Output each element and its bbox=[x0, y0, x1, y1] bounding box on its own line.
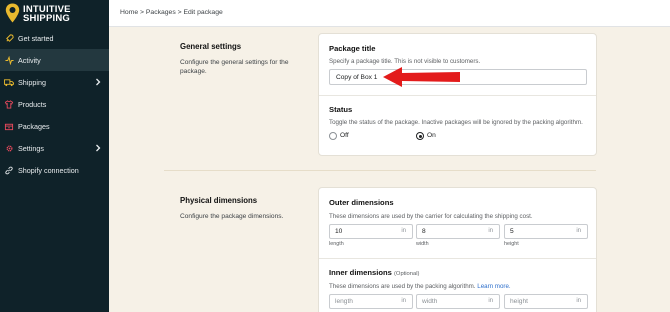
location-pin-icon bbox=[5, 3, 20, 23]
sidebar-item-label: Shopify connection bbox=[18, 165, 79, 175]
sidebar-item-label: Packages bbox=[18, 121, 50, 131]
inner-height-input[interactable]: height in bbox=[504, 294, 588, 309]
sidebar: INTUITIVE SHIPPING Get started Activity … bbox=[0, 0, 109, 312]
sidebar-item-products[interactable]: Products bbox=[0, 93, 109, 115]
card-divider bbox=[319, 258, 596, 259]
general-settings-card: Package title Specify a package title. T… bbox=[318, 33, 597, 156]
top-bar: Home > Packages > Edit package bbox=[109, 0, 670, 27]
truck-icon bbox=[4, 77, 14, 87]
status-on-label[interactable]: On bbox=[427, 132, 436, 139]
status-on-radio[interactable] bbox=[416, 132, 424, 140]
brand-name: INTUITIVE SHIPPING bbox=[23, 4, 71, 24]
box-icon bbox=[4, 121, 14, 131]
sidebar-item-label: Settings bbox=[18, 143, 44, 153]
learn-more-link[interactable]: Learn more. bbox=[477, 283, 510, 290]
sidebar-item-activity[interactable]: Activity bbox=[0, 49, 109, 71]
link-icon bbox=[4, 165, 14, 175]
sidebar-item-label: Products bbox=[18, 99, 47, 109]
rocket-icon bbox=[4, 33, 14, 43]
outer-dimensions-label: Outer dimensions bbox=[329, 198, 394, 207]
outer-height-sublabel: height bbox=[504, 241, 519, 247]
outer-length-sublabel: length bbox=[329, 241, 344, 247]
status-label: Status bbox=[329, 105, 353, 114]
inner-dimensions-label: Inner dimensions (Optional) bbox=[329, 268, 420, 277]
outer-width-input[interactable]: 8 in bbox=[416, 224, 500, 239]
card-divider bbox=[319, 95, 596, 96]
sidebar-item-label: Shipping bbox=[18, 77, 46, 87]
physical-dimensions-card: Outer dimensions These dimensions are us… bbox=[318, 187, 597, 312]
section-divider bbox=[164, 170, 596, 171]
chevron-right-icon bbox=[96, 78, 101, 86]
sidebar-item-settings[interactable]: Settings bbox=[0, 137, 109, 159]
breadcrumb: Home > Packages > Edit package bbox=[120, 9, 223, 16]
optional-tag: (Optional) bbox=[394, 271, 420, 277]
brand-logo[interactable]: INTUITIVE SHIPPING bbox=[5, 3, 109, 25]
general-settings-title: General settings bbox=[180, 42, 242, 51]
chevron-right-icon bbox=[96, 144, 101, 152]
inner-width-input[interactable]: width in bbox=[416, 294, 500, 309]
outer-length-input[interactable]: 10 in bbox=[329, 224, 413, 239]
gear-icon bbox=[4, 143, 14, 153]
status-help: Toggle the status of the package. Inacti… bbox=[329, 119, 583, 126]
status-off-label[interactable]: Off bbox=[340, 132, 349, 139]
outer-dimensions-help: These dimensions are used by the carrier… bbox=[329, 213, 533, 220]
sidebar-item-label: Activity bbox=[18, 55, 41, 65]
sidebar-nav: Get started Activity Shipping Products P… bbox=[0, 27, 109, 181]
outer-height-input[interactable]: 5 in bbox=[504, 224, 588, 239]
physical-dimensions-description: Configure the package dimensions. bbox=[180, 213, 284, 220]
sidebar-item-packages[interactable]: Packages bbox=[0, 115, 109, 137]
sidebar-item-shopify-connection[interactable]: Shopify connection bbox=[0, 159, 109, 181]
red-arrow-annotation bbox=[383, 67, 460, 87]
shirt-icon bbox=[4, 99, 14, 109]
inner-length-input[interactable]: length in bbox=[329, 294, 413, 309]
activity-icon bbox=[4, 55, 14, 65]
sidebar-item-label: Get started bbox=[18, 33, 54, 43]
outer-width-sublabel: width bbox=[416, 241, 429, 247]
physical-dimensions-title: Physical dimensions bbox=[180, 196, 258, 205]
sidebar-item-get-started[interactable]: Get started bbox=[0, 27, 109, 49]
sidebar-item-shipping[interactable]: Shipping bbox=[0, 71, 109, 93]
inner-dimensions-help: These dimensions are used by the packing… bbox=[329, 283, 511, 290]
package-title-value: Copy of Box 1 bbox=[336, 73, 378, 81]
general-settings-description: Configure the general settings for the p… bbox=[180, 59, 289, 75]
status-off-radio[interactable] bbox=[329, 132, 337, 140]
package-title-label: Package title bbox=[329, 44, 376, 53]
